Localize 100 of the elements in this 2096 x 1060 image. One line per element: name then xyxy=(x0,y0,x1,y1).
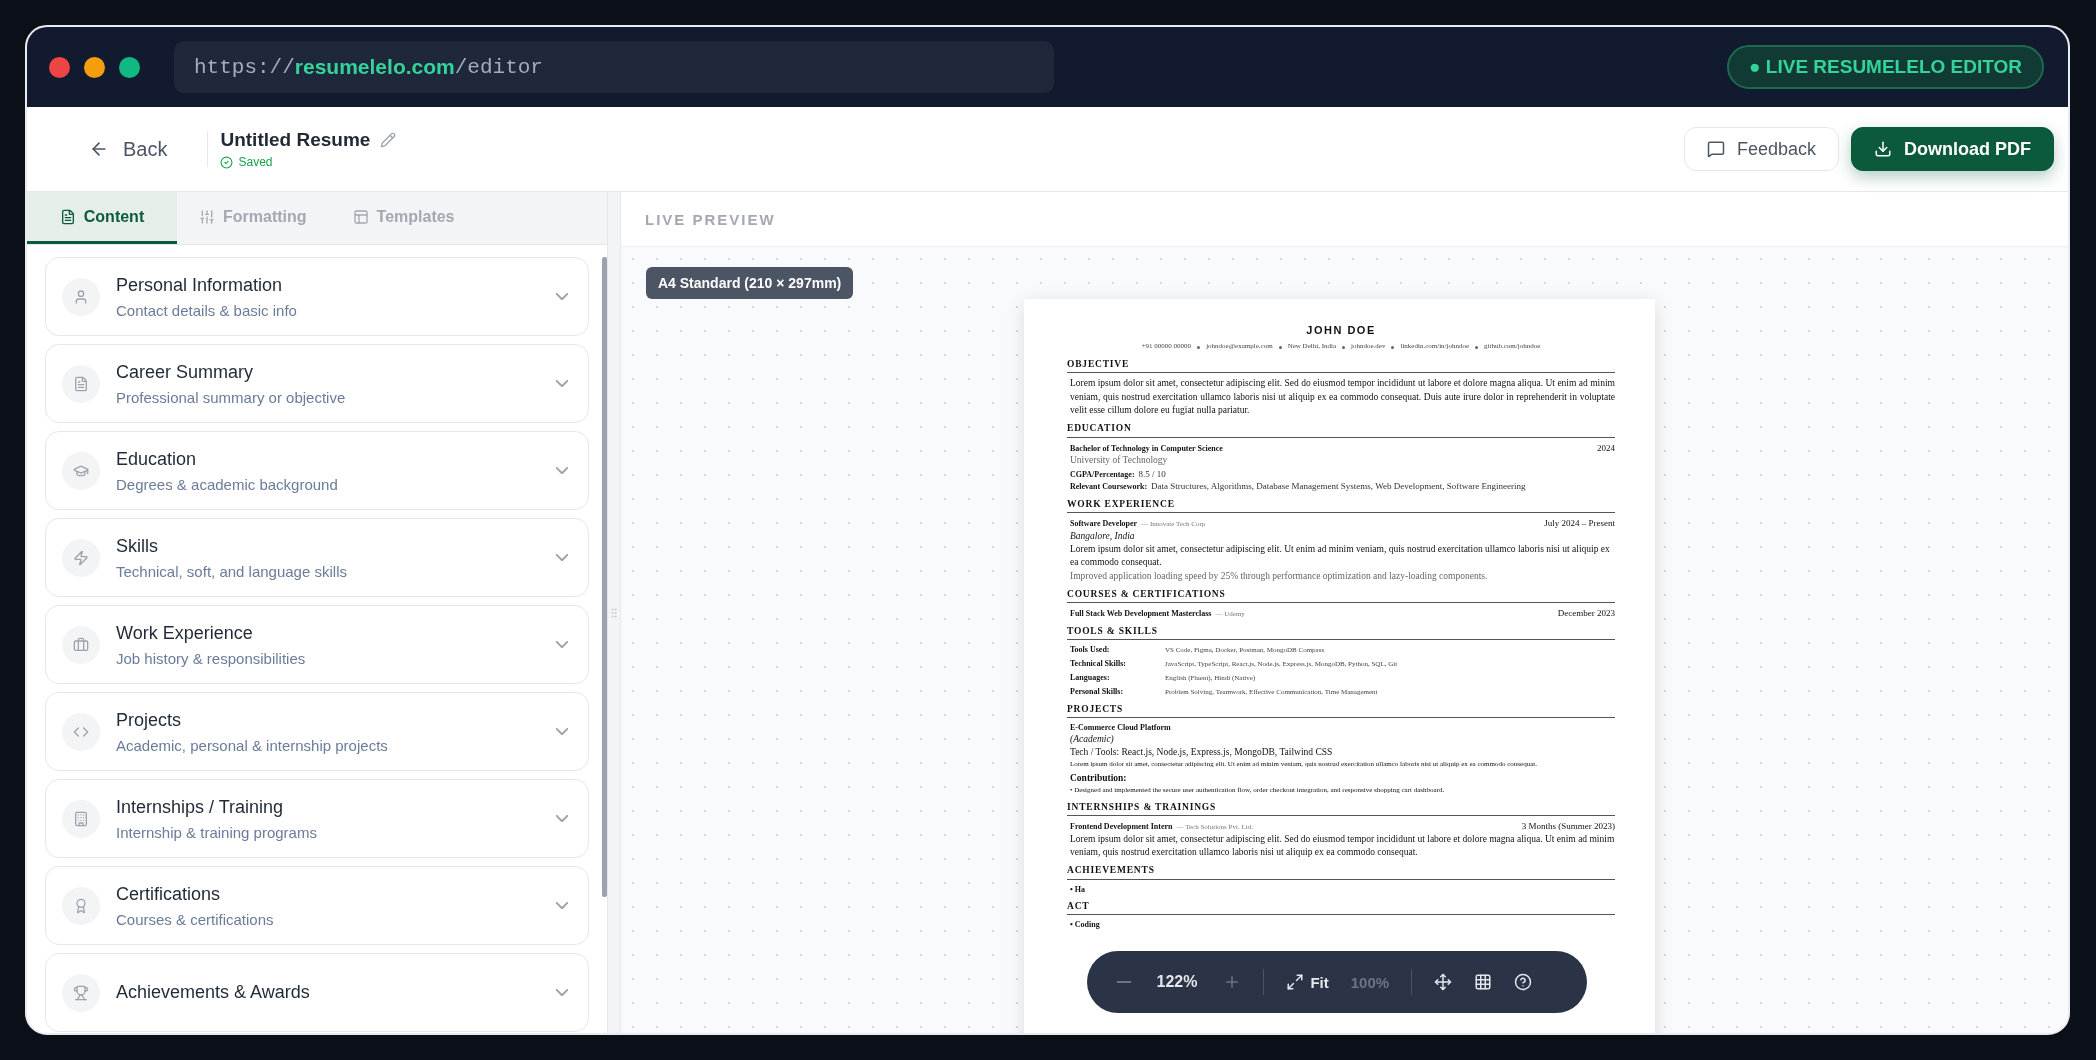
section-card[interactable]: Education Degrees & academic background xyxy=(45,431,589,510)
minus-icon xyxy=(1116,981,1131,983)
separator-dot-icon xyxy=(1475,345,1479,349)
field-value: 8.5 / 10 xyxy=(1138,467,1166,481)
resume-section-heading: COURSES & CERTIFICATIONS xyxy=(1067,588,1615,604)
graduation-cap-icon xyxy=(62,451,100,490)
download-icon xyxy=(1874,140,1892,158)
resume-line: (Academic) xyxy=(1070,733,1115,747)
resume-section-heading: OBJECTIVE xyxy=(1067,358,1615,374)
scrollbar-thumb[interactable] xyxy=(602,257,607,897)
section-title: Projects xyxy=(116,709,183,731)
separator-dot-icon xyxy=(1342,345,1346,349)
help-icon xyxy=(1514,973,1533,991)
chevron-down-icon xyxy=(556,641,568,648)
code-icon xyxy=(62,712,100,751)
resume-paragraph: Lorem ipsum dolor sit amet, consectetur adipiscing elit. Sed do eiusmod tempor incididunt ut labore et dolore magna aliqua. Ut enim ad minim veniam, quis nostrud exercitation ullamco laboris nisi ut aliquip ex ea commodo consequat. Duis aute irure dolor in reprehenderit in voluptate velit esse cillum dolore eu fugiat nulla pariatur. xyxy=(1070,377,1615,418)
saved-status: Saved xyxy=(238,155,273,169)
section-title: Certifications xyxy=(116,883,222,905)
section-title: Achievements & Awards xyxy=(116,982,311,1003)
medal-icon xyxy=(62,886,100,925)
separator-dot-icon xyxy=(1278,345,1282,349)
close-dot[interactable] xyxy=(49,56,70,78)
section-card[interactable]: Personal Information Contact details & basic info xyxy=(45,257,589,336)
lightning-icon xyxy=(62,538,100,577)
section-title: Internships / Training xyxy=(116,796,285,818)
briefcase-icon xyxy=(62,625,100,664)
resume-line: Bangalore, India xyxy=(1070,529,1136,543)
page-size-badge: A4 Standard (210 × 297mm) xyxy=(646,267,854,299)
chevron-down-icon xyxy=(556,467,568,474)
pencil-icon[interactable] xyxy=(380,132,397,148)
skill-label: Technical Skills: xyxy=(1070,658,1127,670)
section-subtitle: Contact details & basic info xyxy=(116,301,298,319)
entry-title: Frontend Development Intern xyxy=(1070,820,1173,833)
chevron-down-icon xyxy=(556,728,568,735)
document-icon xyxy=(59,208,76,225)
grid-icon xyxy=(1474,973,1493,991)
preview-label: LIVE PREVIEW xyxy=(645,210,776,228)
tab[interactable]: Content xyxy=(27,192,177,244)
resume-section-heading: TOOLS & SKILLS xyxy=(1067,625,1615,641)
entry-title: E-Commerce Cloud Platform xyxy=(1070,721,1171,734)
section-title: Work Experience xyxy=(116,622,254,644)
section-subtitle: Professional summary or objective xyxy=(116,388,347,406)
section-subtitle: Internship & training programs xyxy=(116,823,318,841)
resume-section-heading: ACHIEVEMENTS xyxy=(1067,864,1615,880)
subheading: Contribution: xyxy=(1070,772,1128,786)
sliders-icon xyxy=(199,208,215,225)
chevron-down-icon xyxy=(556,902,568,909)
field-value: Data Structures, Algorithms, Database Management Systems, Web Development, Software Engineering xyxy=(1151,480,1526,493)
section-card[interactable]: Internships / Training Internship & training programs xyxy=(45,779,589,858)
resume-section-heading: ACT xyxy=(1067,899,1615,916)
four-arrows-icon xyxy=(1434,973,1453,991)
section-title: Personal Information xyxy=(116,274,284,296)
resume-section-heading: EDUCATION xyxy=(1067,422,1615,438)
list-item: • Coding xyxy=(1070,919,1101,931)
field-label: Relevant Coursework: xyxy=(1070,481,1148,493)
resume-section-heading: INTERNSHIPS & TRAININGS xyxy=(1067,800,1615,816)
entry-date: July 2024 – Present xyxy=(1544,517,1615,530)
fit-button[interactable]: Fit xyxy=(1278,967,1337,997)
entry-title: Software Developer xyxy=(1070,518,1138,530)
feedback-button[interactable]: Feedback xyxy=(1683,127,1839,171)
section-card[interactable]: Projects Academic, personal & internship projects xyxy=(45,692,589,771)
layout-icon xyxy=(352,208,369,225)
section-card[interactable]: Work Experience Job history & responsibilities xyxy=(45,605,589,684)
field-label: CGPA/Percentage: xyxy=(1070,468,1135,480)
resume-line: Improved application loading speed by 25% through performance optimization and lazy-loading components. xyxy=(1070,569,1489,583)
separator-dot-icon xyxy=(1197,345,1201,349)
resume-title: Untitled Resume xyxy=(220,129,371,151)
resize-handle[interactable] xyxy=(607,192,621,1033)
entry-title: Bachelor of Technology in Computer Science xyxy=(1070,442,1223,454)
speech-bubble-icon xyxy=(1706,140,1725,158)
check-circle-icon xyxy=(220,155,234,169)
entry-date: December 2023 xyxy=(1557,607,1615,620)
minimize-dot[interactable] xyxy=(84,56,105,78)
section-subtitle: Technical, soft, and language skills xyxy=(116,562,348,580)
chevron-down-icon xyxy=(556,815,568,822)
skill-label: Languages: xyxy=(1070,672,1111,684)
entry-date: 3 Months (Summer 2023) xyxy=(1521,819,1615,833)
resume-name: JOHN DOE xyxy=(1305,323,1377,338)
resume-line: University of Technology xyxy=(1070,454,1169,468)
skill-label: Personal Skills: xyxy=(1070,685,1125,697)
document-icon xyxy=(62,364,100,403)
download-button[interactable]: Download PDF xyxy=(1851,127,2054,171)
building-icon xyxy=(62,799,100,838)
section-subtitle: Academic, personal & internship projects xyxy=(116,736,389,754)
chevron-down-icon xyxy=(556,554,568,561)
section-card[interactable]: Skills Technical, soft, and language skills xyxy=(45,518,589,597)
resume-line: Lorem ipsum dolor sit amet, consectetur adipiscing elit. Sed do eiusmod tempor incididunt ut labore et dolore magna aliqua. Ut enim ad minim veniam, quis nostrud exercitation ullamco laboris nisi ut aliquip ex ea commodo consequat. xyxy=(1070,832,1615,859)
entry-title: Full Stack Web Development Masterclass xyxy=(1070,608,1212,620)
diagonal-arrows-icon xyxy=(1286,973,1305,991)
address-bar[interactable]: https://resumelelo.com/editor xyxy=(174,41,1054,93)
zoom-level: 122% xyxy=(1155,973,1199,991)
section-card[interactable]: Certifications Courses & certifications xyxy=(45,866,589,945)
maximize-dot[interactable] xyxy=(119,56,140,78)
section-card[interactable]: Career Summary Professional summary or objective xyxy=(45,344,589,423)
back-button[interactable]: Back xyxy=(79,131,178,167)
person-icon xyxy=(62,277,100,316)
chevron-down-icon xyxy=(556,293,568,300)
section-title: Career Summary xyxy=(116,361,255,383)
section-card[interactable]: Achievements & Awards xyxy=(45,953,589,1032)
list-item: • Ha xyxy=(1070,883,1087,895)
